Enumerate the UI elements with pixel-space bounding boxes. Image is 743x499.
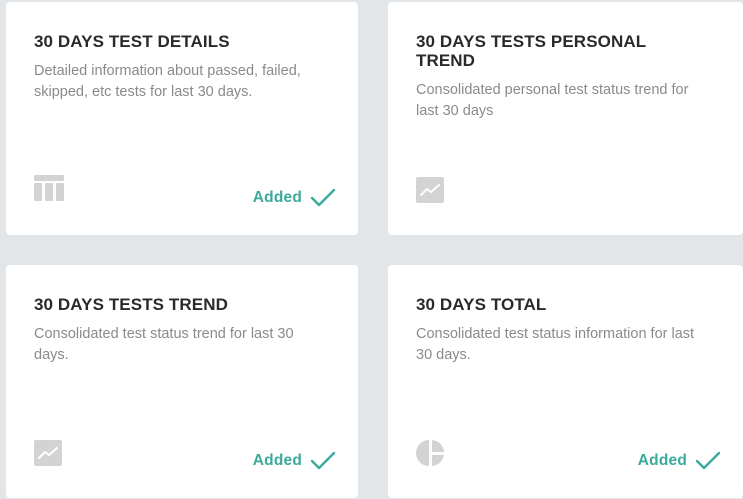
- card-title: 30 DAYS TESTS PERSONAL TREND: [416, 32, 646, 70]
- trend-chart-icon: [416, 175, 446, 205]
- table-icon: [34, 175, 64, 205]
- added-status-button[interactable]: Added: [253, 187, 336, 209]
- added-label: Added: [252, 452, 302, 469]
- added-label: Added: [637, 452, 687, 469]
- card-description: Consolidated personal test status trend …: [416, 82, 689, 119]
- checkmark-icon: [310, 187, 336, 209]
- widget-card-30-days-total[interactable]: 30 DAYS TOTAL Consolidated test status i…: [388, 265, 743, 498]
- card-description: Consolidated test status information for…: [416, 326, 695, 363]
- card-title: 30 DAYS TOTAL: [416, 295, 547, 314]
- card-title: 30 DAYS TESTS TREND: [34, 295, 228, 314]
- added-status-button[interactable]: Added: [253, 450, 336, 472]
- checkmark-icon: [695, 450, 721, 472]
- card-title: 30 DAYS TEST DETAILS: [34, 32, 230, 51]
- checkmark-icon: [310, 450, 336, 472]
- card-description: Detailed information about passed, faile…: [34, 63, 301, 100]
- pie-chart-icon: [416, 438, 446, 468]
- trend-chart-icon: [34, 438, 64, 468]
- widget-card-30-days-tests-personal-trend[interactable]: 30 DAYS TESTS PERSONAL TREND Consolidate…: [388, 2, 743, 235]
- added-status-button[interactable]: Added: [638, 450, 721, 472]
- card-description: Consolidated test status trend for last …: [34, 326, 294, 363]
- widget-card-30-days-test-details[interactable]: 30 DAYS TEST DETAILS Detailed informatio…: [6, 2, 358, 235]
- widget-card-30-days-tests-trend[interactable]: 30 DAYS TESTS TREND Consolidated test st…: [6, 265, 358, 498]
- added-label: Added: [252, 189, 302, 206]
